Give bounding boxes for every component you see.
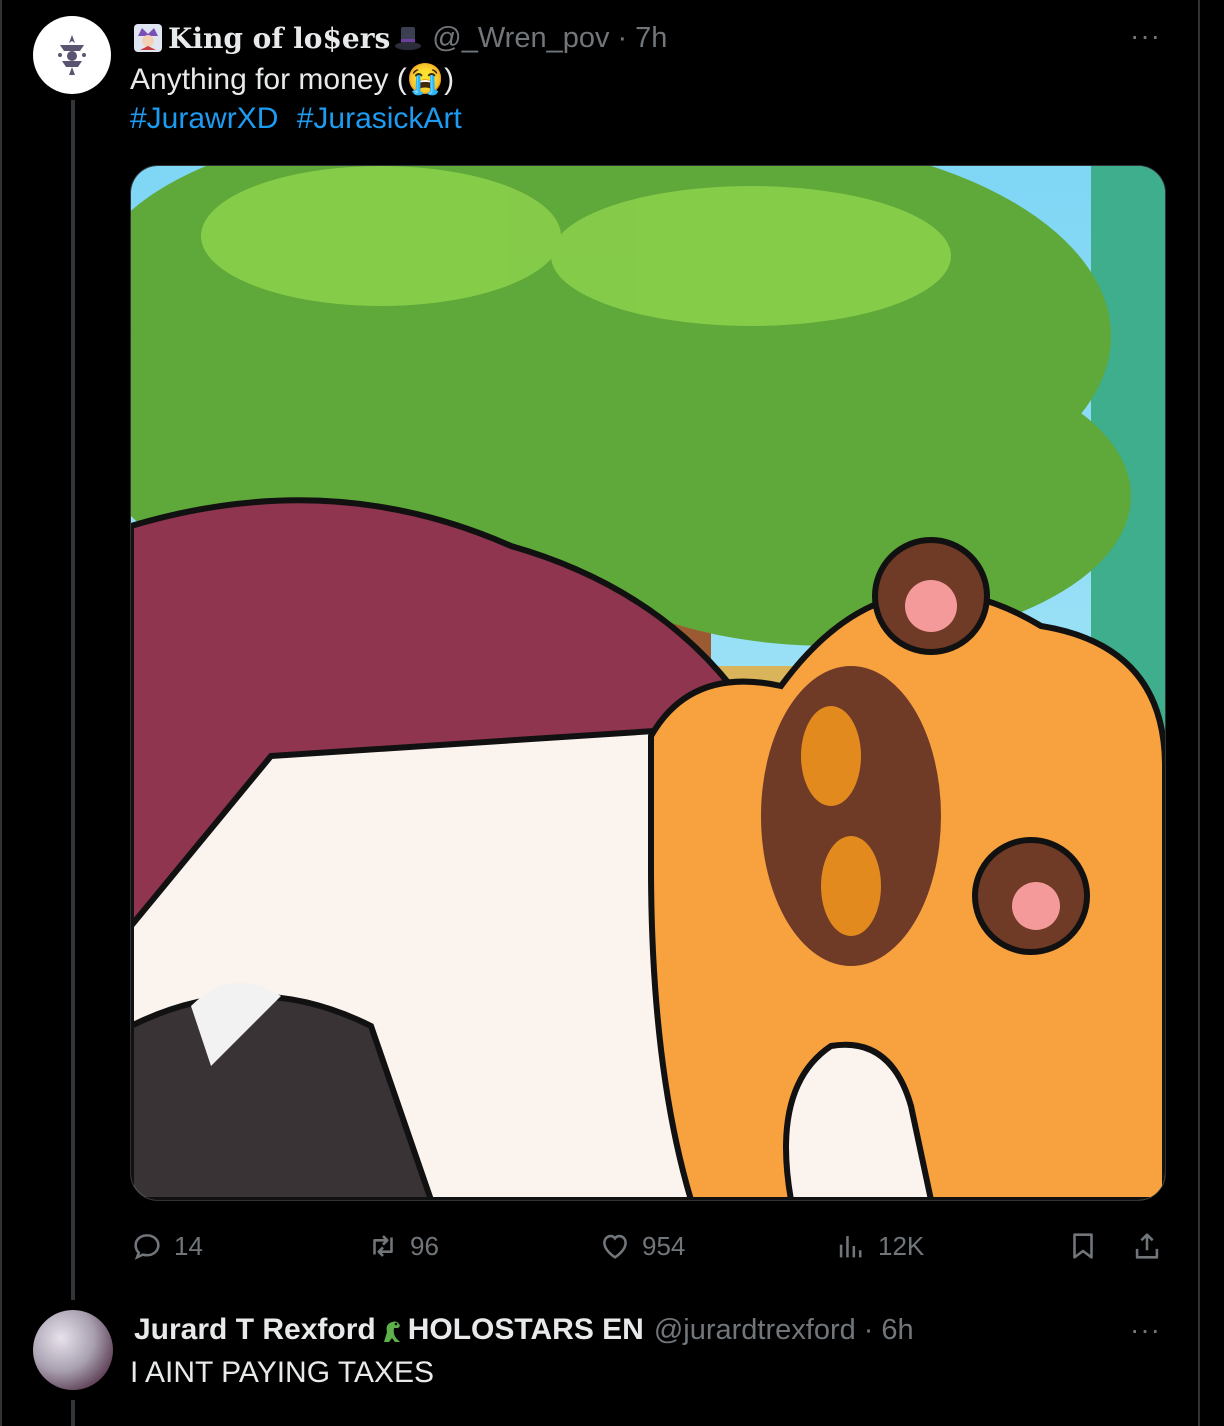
hashtag-link[interactable]: #JurasickArt — [297, 102, 462, 135]
tweet1-media-image[interactable] — [130, 165, 1166, 1201]
column-border-right — [1198, 0, 1200, 1426]
tweet2-handle[interactable]: @jurardtrexford — [654, 1314, 856, 1347]
like-button[interactable]: 954 — [598, 1224, 685, 1268]
tweet2-more-icon[interactable]: ··· — [1130, 1314, 1161, 1346]
repost-icon — [373, 1235, 393, 1257]
tweet1-hashtags: #JurawrXD #JurasickArt — [130, 102, 472, 136]
thread-connector-line-bottom — [71, 1400, 75, 1426]
avatar-emblem-icon — [58, 35, 86, 75]
tweet1-action-bar: 14 96 954 12K — [130, 1224, 1170, 1268]
reply-icon — [134, 1234, 160, 1260]
top-hat-emoji-icon — [395, 27, 422, 50]
column-border-left — [0, 0, 2, 1426]
tweet2-affiliation[interactable]: HOLOSTARS EN — [408, 1313, 644, 1347]
thread-connector-line — [71, 100, 75, 1300]
like-icon — [603, 1234, 627, 1259]
tweet2-text: I AINT PAYING TAXES — [130, 1356, 434, 1389]
repost-count: 96 — [410, 1230, 439, 1261]
tweet1-handle[interactable]: @_Wren_pov — [432, 22, 609, 55]
views-icon — [839, 1236, 862, 1258]
share-button[interactable] — [1130, 1224, 1164, 1268]
dinosaur-emoji-icon — [383, 1321, 400, 1342]
bookmark-button[interactable] — [1066, 1224, 1100, 1268]
bookmark-icon — [1073, 1233, 1093, 1259]
tweet1-separator: · — [617, 21, 628, 54]
tweet1-more-icon[interactable]: ··· — [1130, 20, 1161, 52]
tweet2-separator: · — [863, 1313, 874, 1346]
share-icon — [1135, 1233, 1159, 1259]
tweet1-timestamp[interactable]: 7h — [635, 22, 667, 55]
reply-button[interactable]: 14 — [130, 1224, 203, 1268]
tweet1-header: King of lo$ers @_Wren_pov · 7h — [134, 18, 667, 58]
fanart-illustration — [131, 166, 1165, 1200]
like-count: 954 — [642, 1230, 686, 1261]
tweet2-header: Jurard T Rexford HOLOSTARS EN @jurardtre… — [134, 1310, 914, 1350]
jester-emoji-icon — [134, 24, 162, 52]
tweet2-display-name[interactable]: Jurard T Rexford — [134, 1313, 376, 1347]
tweet1-display-name[interactable]: King of lo$ers — [168, 22, 390, 55]
tweet2-timestamp[interactable]: 6h — [881, 1314, 913, 1347]
views-button[interactable]: 12K — [834, 1224, 924, 1268]
tweet1-text: Anything for money (😭) — [130, 63, 455, 96]
avatar-jurard[interactable] — [33, 1310, 113, 1390]
avatar-wren[interactable] — [33, 16, 111, 94]
reply-count: 14 — [174, 1230, 203, 1261]
repost-button[interactable]: 96 — [366, 1224, 439, 1268]
views-count: 12K — [878, 1230, 925, 1261]
hashtag-link[interactable]: #JurawrXD — [130, 102, 278, 135]
